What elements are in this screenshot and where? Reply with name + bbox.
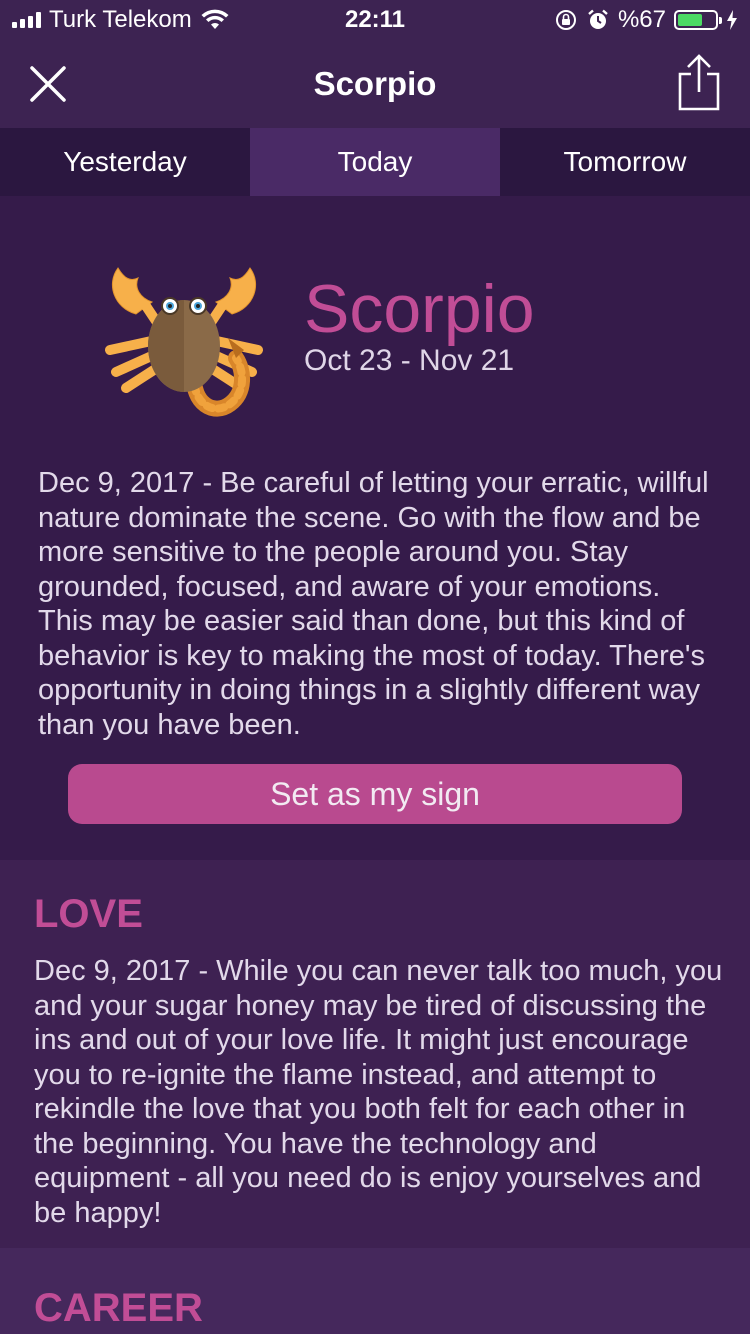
sign-name: Scorpio [304,271,535,347]
wifi-icon [201,9,229,29]
love-title: LOVE [34,892,143,936]
status-left: Turk Telekom [12,6,230,34]
signal-icon [12,12,41,28]
status-right: %67 [554,6,738,34]
page-title: Scorpio [313,65,437,102]
charging-icon [727,10,737,30]
scorpion-icon [105,267,263,417]
battery-icon [674,10,722,30]
sign-dates: Oct 23 - Nov 21 [304,344,515,377]
day-tabs: Yesterday Today Tomorrow [0,128,750,196]
tab-yesterday[interactable]: Yesterday [0,128,250,196]
status-bar: Turk Telekom 22:11 %67 [0,0,750,40]
career-section: CAREER [0,1248,750,1334]
rotation-lock-icon [555,10,576,30]
tab-tomorrow[interactable]: Tomorrow [500,128,750,196]
love-text: Dec 9, 2017 - While you can never talk t… [34,955,723,1229]
daily-horoscope-text: Dec 9, 2017 - Be careful of letting your… [38,467,709,741]
set-as-my-sign-button[interactable]: Set as my sign [68,764,682,824]
share-icon[interactable] [676,54,722,112]
career-title: CAREER [34,1286,203,1330]
sign-overview: Scorpio Oct 23 - Nov 21 Dec 9, 2017 - Be… [0,196,750,860]
navigation-bar: Scorpio [0,40,750,128]
carrier-name: Turk Telekom [49,6,192,33]
tab-today[interactable]: Today [250,128,500,196]
love-section: LOVE Dec 9, 2017 - While you can never t… [0,860,750,1248]
close-icon[interactable] [26,62,70,106]
battery-percent: %67 [617,6,666,33]
alarm-icon [588,9,608,29]
